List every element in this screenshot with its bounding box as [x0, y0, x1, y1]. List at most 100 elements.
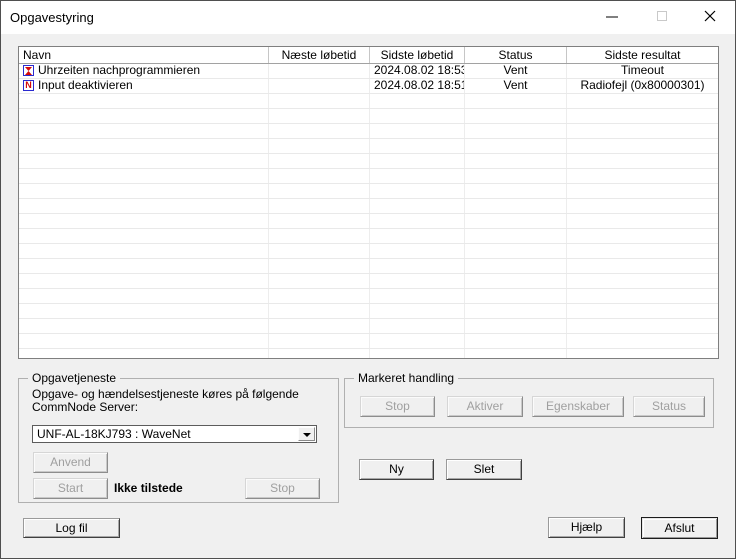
- table-cell: [465, 334, 567, 348]
- table-cell: [567, 154, 718, 168]
- table-cell: [19, 124, 269, 138]
- close-icon: [703, 9, 717, 26]
- table-cell: [19, 214, 269, 228]
- table-cell: [370, 109, 465, 123]
- table-cell: [370, 139, 465, 153]
- table-cell: [465, 304, 567, 318]
- table-cell: [465, 154, 567, 168]
- table-row-empty: [19, 94, 718, 109]
- minimize-button[interactable]: [595, 1, 629, 34]
- table-row-empty: [19, 139, 718, 154]
- table-cell: [269, 244, 370, 258]
- table-cell: [19, 289, 269, 303]
- table-cell: [567, 169, 718, 183]
- table-cell: [370, 124, 465, 138]
- table-cell: [19, 259, 269, 273]
- minimize-icon: [605, 9, 619, 26]
- table-cell: Vent: [465, 79, 567, 93]
- action-stop-button: Stop: [360, 396, 435, 417]
- table-row-empty: [19, 169, 718, 184]
- table-cell: N Input deaktivieren: [19, 79, 269, 93]
- delete-task-button[interactable]: Slet: [446, 459, 522, 480]
- table-cell: Timeout: [621, 64, 664, 77]
- table-row[interactable]: N Input deaktivieren 2024.08.02 18:51 Vent R…: [19, 79, 718, 94]
- table-cell: [269, 334, 370, 348]
- table-cell: [269, 349, 370, 358]
- table-cell: [370, 169, 465, 183]
- column-header-2[interactable]: Sidste løbetid: [370, 47, 465, 63]
- service-stop-button: Stop: [245, 478, 320, 499]
- table-cell: [465, 319, 567, 333]
- maximize-button: [645, 1, 679, 34]
- table-row-empty: [19, 259, 718, 274]
- table-cell: [567, 289, 718, 303]
- table-cell: [567, 139, 718, 153]
- table-cell: [19, 334, 269, 348]
- table-row-empty: [19, 349, 718, 358]
- column-header-1[interactable]: Næste løbetid: [269, 47, 370, 63]
- marked-action-group: Markeret handling Stop Aktiver Egenskabe…: [344, 371, 714, 428]
- tasklist-body: Uhrzeiten nachprogrammieren 2024.08.02 18…: [19, 64, 718, 358]
- table-cell: [567, 109, 718, 123]
- start-button: Start: [33, 478, 108, 499]
- table-cell: [465, 199, 567, 213]
- column-header-0[interactable]: Navn: [19, 47, 269, 63]
- close-button[interactable]: [693, 1, 727, 34]
- table-cell: [370, 334, 465, 348]
- table-cell: [19, 154, 269, 168]
- table-row-empty: [19, 214, 718, 229]
- table-cell: [269, 124, 370, 138]
- table-row-empty: [19, 199, 718, 214]
- column-header-4[interactable]: Sidste resultat: [567, 47, 718, 63]
- task-name: Input deaktivieren: [38, 79, 133, 92]
- exit-button[interactable]: Afslut: [641, 517, 718, 539]
- apply-button: Anvend: [33, 452, 108, 473]
- table-cell: [465, 289, 567, 303]
- table-cell: [19, 274, 269, 288]
- log-file-button[interactable]: Log fil: [23, 518, 120, 538]
- service-description-line2: CommNode Server:: [32, 400, 139, 414]
- service-status-text: Ikke tilstede: [114, 481, 183, 495]
- table-cell: [567, 334, 718, 348]
- table-cell: [269, 304, 370, 318]
- table-cell: [19, 349, 269, 358]
- table-cell: [19, 229, 269, 243]
- table-cell: [19, 184, 269, 198]
- table-cell: [465, 274, 567, 288]
- new-task-button[interactable]: Ny: [359, 459, 434, 480]
- table-cell: [567, 94, 718, 108]
- table-cell: [269, 154, 370, 168]
- table-cell: [567, 319, 718, 333]
- tasklist-header: Navn Næste løbetid Sidste løbetid Status Sid…: [19, 47, 718, 64]
- commnode-server-select[interactable]: UNF-AL-18KJ793 : WaveNet: [32, 425, 317, 443]
- table-cell: [465, 244, 567, 258]
- table-cell: [19, 94, 269, 108]
- table-row-empty: [19, 304, 718, 319]
- table-row[interactable]: Uhrzeiten nachprogrammieren 2024.08.02 18…: [19, 64, 718, 79]
- table-cell: [370, 259, 465, 273]
- table-cell: [269, 289, 370, 303]
- table-cell: [465, 109, 567, 123]
- table-cell: [465, 94, 567, 108]
- column-header-3[interactable]: Status: [465, 47, 567, 63]
- table-cell: [370, 304, 465, 318]
- table-row-empty: [19, 124, 718, 139]
- table-cell: [269, 214, 370, 228]
- action-status-button: Status: [633, 396, 705, 417]
- table-cell: 2024.08.02 18:53: [370, 64, 465, 78]
- table-cell: [370, 184, 465, 198]
- table-cell: [465, 139, 567, 153]
- table-cell: [19, 139, 269, 153]
- help-button[interactable]: Hjælp: [548, 517, 625, 538]
- letter-n-icon: N: [23, 80, 34, 91]
- table-cell: [19, 109, 269, 123]
- table-row-empty: [19, 154, 718, 169]
- table-cell: [465, 124, 567, 138]
- chevron-down-icon[interactable]: [298, 427, 315, 441]
- window-title: Opgavestyring: [10, 10, 94, 25]
- table-row-empty: [19, 289, 718, 304]
- table-cell: [269, 259, 370, 273]
- table-cell: [567, 349, 718, 358]
- table-cell: [370, 244, 465, 258]
- table-cell: [465, 184, 567, 198]
